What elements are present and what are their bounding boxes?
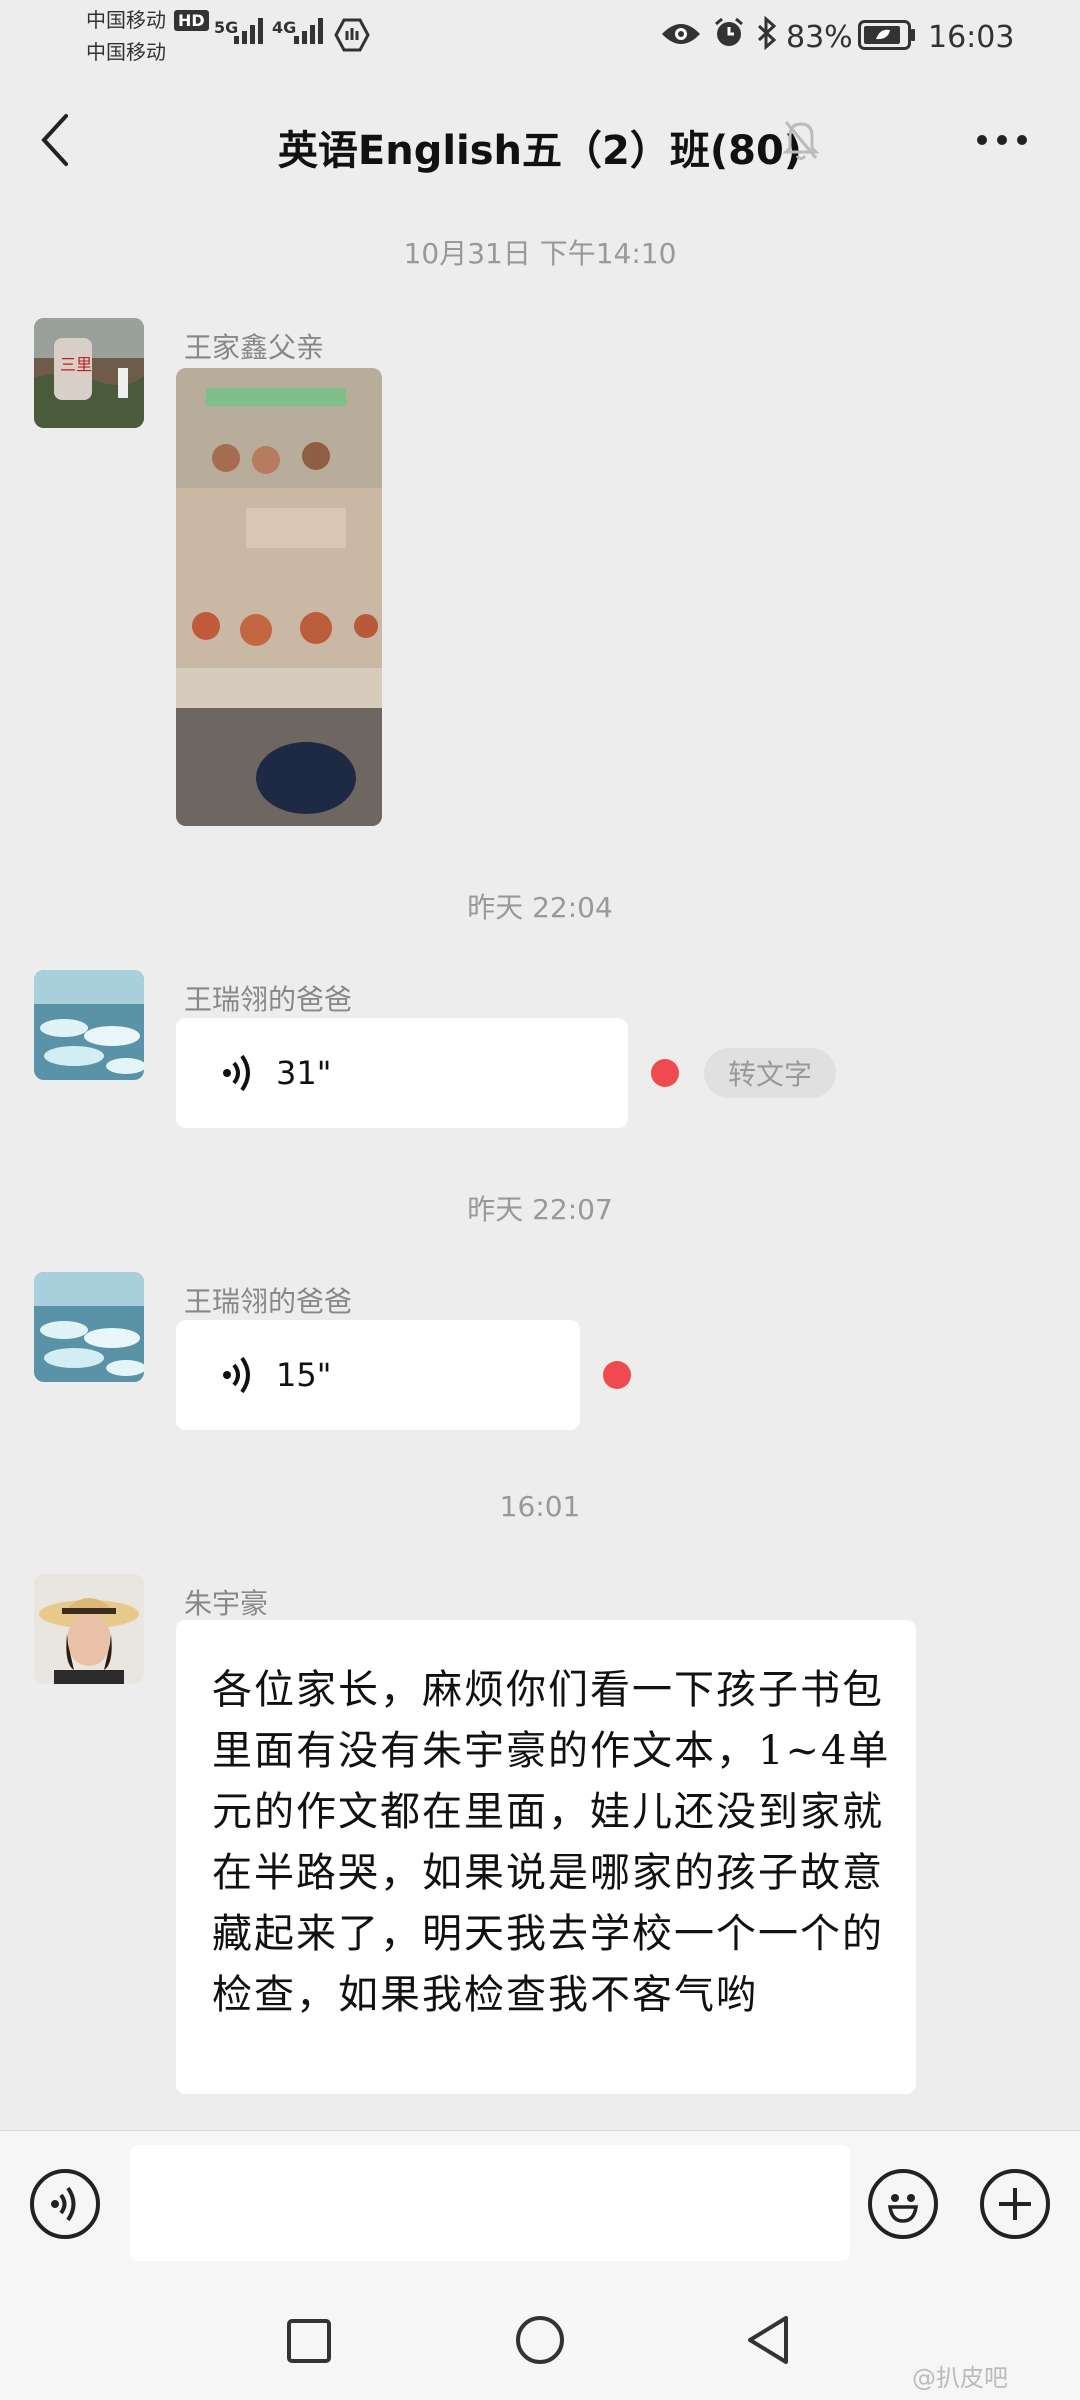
- back-triangle-icon[interactable]: [744, 2314, 792, 2366]
- more-functions-button[interactable]: [980, 2169, 1050, 2239]
- message-timestamp: 10月31日 下午14:10: [403, 237, 677, 270]
- sender-name: 王家鑫父亲: [184, 331, 325, 364]
- carrier-label-2: 中国移动: [86, 40, 166, 64]
- voice-wave-icon: [223, 1356, 250, 1394]
- voice-wave-icon: [51, 2186, 76, 2222]
- bluetooth-icon: [757, 16, 777, 50]
- sender-name: 王瑞翎的爸爸: [184, 1285, 353, 1318]
- message-input[interactable]: [130, 2145, 850, 2261]
- watermark: @扒皮吧: [912, 2364, 1008, 2392]
- chat-header: 英语English五（2）班(80): [0, 90, 1080, 190]
- hd-badge: HD: [174, 10, 209, 31]
- image-message[interactable]: [176, 368, 382, 826]
- sender-avatar[interactable]: [34, 1574, 144, 1684]
- voice-message[interactable]: 31": [176, 1018, 628, 1128]
- smiley-icon: [887, 2194, 919, 2223]
- sender-name: 王瑞翎的爸爸: [184, 983, 353, 1016]
- sender-avatar[interactable]: [34, 970, 144, 1080]
- chat-title: 英语English五（2）班(80): [277, 128, 803, 174]
- transcribe-button[interactable]: 转文字: [704, 1048, 837, 1098]
- nfc-icon: [334, 18, 370, 52]
- message-timestamp: 昨天 22:04: [467, 891, 613, 924]
- signal-icon-2: [294, 18, 323, 44]
- carrier-label-1: 中国移动: [86, 8, 166, 32]
- voice-input-button[interactable]: [30, 2169, 100, 2239]
- recent-apps-icon[interactable]: [286, 2318, 332, 2364]
- voice-duration: 31": [276, 1054, 332, 1092]
- home-icon[interactable]: [514, 2314, 566, 2366]
- svg-text:三里: 三里: [60, 355, 92, 374]
- sender-avatar[interactable]: 三里: [34, 318, 144, 428]
- battery-percent: 83%: [786, 20, 853, 55]
- plus-icon: [999, 2188, 1031, 2220]
- status-bar: 中国移动 中国移动 HD 5G 4G 83% 16:03: [0, 0, 1080, 80]
- signal-icon-1: [234, 18, 263, 44]
- emoji-button[interactable]: [868, 2169, 938, 2239]
- message-text: 各位家长，麻烦你们看一下孩子书包里面有没有朱宇豪的作文本，1~4单元的作文都在里…: [212, 1667, 891, 2018]
- system-nav-bar: @扒皮吧: [0, 2280, 1080, 2400]
- alarm-icon: [715, 17, 743, 46]
- battery-icon: [858, 20, 915, 50]
- message-timestamp: 16:01: [499, 1490, 581, 1523]
- voice-message[interactable]: 15": [176, 1320, 580, 1430]
- clock-time: 16:03: [928, 20, 1015, 55]
- muted-bell-icon: [782, 121, 820, 160]
- eye-icon: [662, 24, 700, 44]
- unread-dot: [651, 1059, 679, 1087]
- voice-duration: 15": [276, 1356, 332, 1394]
- more-options-icon[interactable]: [974, 132, 1030, 148]
- unread-dot: [603, 1361, 631, 1389]
- sender-name: 朱宇豪: [184, 1587, 269, 1620]
- message-timestamp: 昨天 22:07: [467, 1193, 613, 1226]
- input-bar: [0, 2130, 1080, 2281]
- voice-wave-icon: [223, 1054, 250, 1092]
- network-4g-label: 4G: [272, 18, 297, 37]
- text-message-bubble[interactable]: 各位家长，麻烦你们看一下孩子书包里面有没有朱宇豪的作文本，1~4单元的作文都在里…: [176, 1620, 916, 2094]
- sender-avatar[interactable]: [34, 1272, 144, 1382]
